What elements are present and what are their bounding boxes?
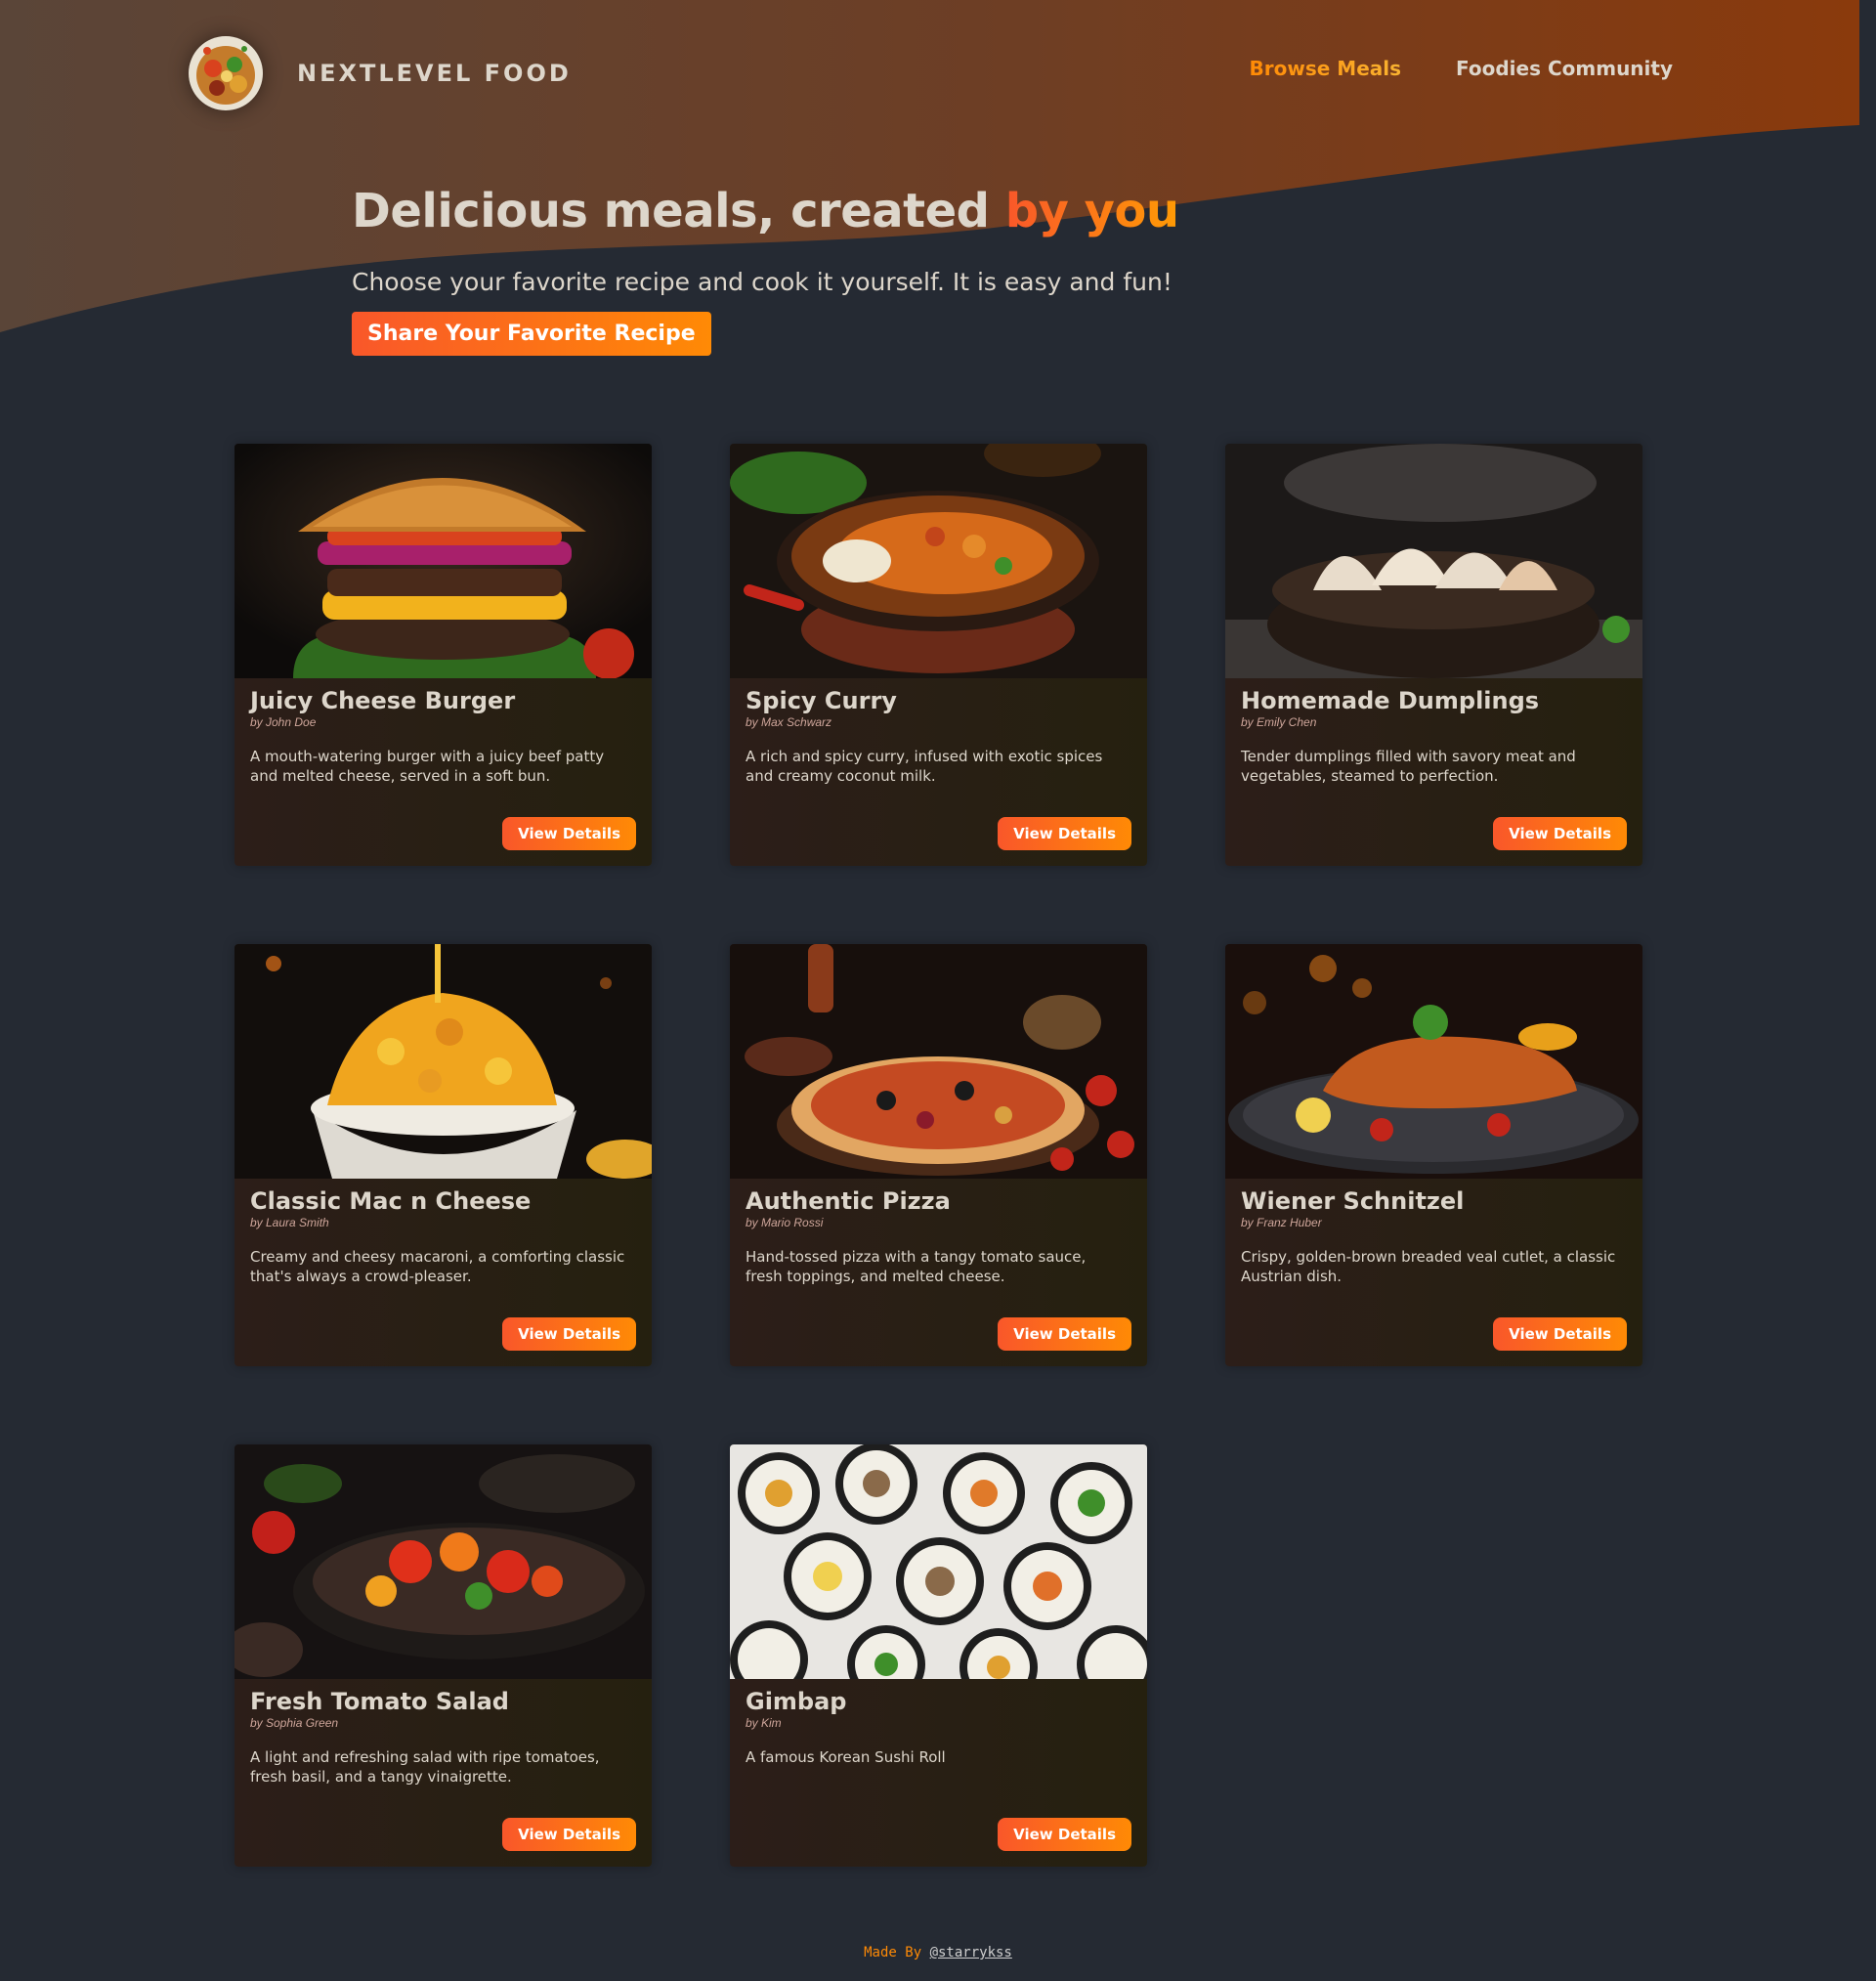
meal-creator: by Mario Rossi — [746, 1216, 824, 1229]
brand-name: NextLevel Food — [297, 60, 572, 87]
meal-summary: Crispy, golden-brown breaded veal cutlet… — [1241, 1248, 1616, 1285]
meal-card: Fresh Tomato Salad by Sophia Green A lig… — [234, 1444, 652, 1867]
view-details-button[interactable]: View Details — [998, 1317, 1131, 1351]
meal-card: Gimbap by Kim A famous Korean Sushi Roll… — [730, 1444, 1147, 1867]
meal-card: Juicy Cheese Burger by John Doe A mouth-… — [234, 444, 652, 866]
curry-photo — [730, 444, 1147, 678]
meal-creator: by Emily Chen — [1241, 715, 1317, 729]
logo-home-link[interactable]: NextLevel Food — [184, 29, 572, 117]
view-details-button[interactable]: View Details — [1493, 1317, 1627, 1351]
meal-card: Spicy Curry by Max Schwarz A rich and sp… — [730, 444, 1147, 866]
meal-card: Authentic Pizza by Mario Rossi Hand-toss… — [730, 944, 1147, 1366]
meal-summary: Hand-tossed pizza with a tangy tomato sa… — [746, 1248, 1087, 1285]
site-header: NextLevel Food Browse Meals Foodies Comm… — [0, 0, 1876, 147]
meal-creator: by Franz Huber — [1241, 1216, 1322, 1229]
meal-summary: Tender dumplings filled with savory meat… — [1241, 748, 1576, 785]
gimbap-photo — [730, 1444, 1147, 1679]
hero-title: Delicious meals, created by you — [352, 184, 1179, 238]
meal-title: Juicy Cheese Burger — [250, 687, 516, 714]
meal-title: Fresh Tomato Salad — [250, 1688, 509, 1715]
meal-title: Wiener Schnitzel — [1241, 1187, 1465, 1215]
meal-creator: by Sophia Green — [250, 1716, 339, 1730]
meal-title: Gimbap — [746, 1688, 847, 1715]
meal-title: Classic Mac n Cheese — [250, 1187, 532, 1215]
page: NextLevel Food Browse Meals Foodies Comm… — [0, 0, 1876, 1981]
pizza-photo — [730, 944, 1147, 1179]
meal-card: Classic Mac n Cheese by Laura Smith Crea… — [234, 944, 652, 1366]
meal-title: Authentic Pizza — [746, 1187, 951, 1215]
schnitzel-photo — [1225, 944, 1642, 1179]
burger-photo — [234, 444, 652, 678]
main-nav: Browse Meals Foodies Community — [1250, 57, 1673, 80]
meal-title: Homemade Dumplings — [1241, 687, 1540, 714]
view-details-button[interactable]: View Details — [502, 817, 636, 850]
share-recipe-button[interactable]: Share Your Favorite Recipe — [352, 312, 711, 356]
hero-title-prefix: Delicious meals, created — [352, 184, 1005, 238]
meal-creator: by John Doe — [250, 715, 317, 729]
meal-summary: A rich and spicy curry, infused with exo… — [746, 748, 1103, 785]
footer-prefix: Made By — [864, 1945, 930, 1960]
nav-foodies-community[interactable]: Foodies Community — [1456, 57, 1673, 80]
meal-creator: by Kim — [746, 1716, 782, 1730]
meal-creator: by Laura Smith — [250, 1216, 329, 1229]
meal-card: Wiener Schnitzel by Franz Huber Crispy, … — [1225, 944, 1642, 1366]
hero-title-highlight: by you — [1004, 184, 1179, 238]
meal-title: Spicy Curry — [746, 687, 897, 714]
meal-summary: Creamy and cheesy macaroni, a comforting… — [250, 1248, 625, 1285]
mac-cheese-photo — [234, 944, 652, 1179]
meal-card: Homemade Dumplings by Emily Chen Tender … — [1225, 444, 1642, 866]
tomato-salad-photo — [234, 1444, 652, 1679]
hero-subtitle: Choose your favorite recipe and cook it … — [352, 268, 1172, 296]
meal-creator: by Max Schwarz — [746, 715, 832, 729]
view-details-button[interactable]: View Details — [502, 1818, 636, 1851]
meal-summary: A famous Korean Sushi Roll — [746, 1748, 946, 1766]
view-details-button[interactable]: View Details — [998, 1818, 1131, 1851]
meals-grid: Juicy Cheese Burger by John Doe A mouth-… — [234, 444, 1642, 1867]
view-details-button[interactable]: View Details — [1493, 817, 1627, 850]
meal-summary: A mouth-watering burger with a juicy bee… — [250, 748, 605, 785]
meal-summary: A light and refreshing salad with ripe t… — [250, 1748, 600, 1786]
nav-browse-meals[interactable]: Browse Meals — [1250, 57, 1401, 80]
site-footer: Made By @starrykss — [0, 1945, 1876, 1960]
dumplings-photo — [1225, 444, 1642, 678]
footer-author-link[interactable]: @starrykss — [930, 1945, 1012, 1960]
view-details-button[interactable]: View Details — [502, 1317, 636, 1351]
food-plate-logo-icon — [189, 36, 263, 110]
view-details-button[interactable]: View Details — [998, 817, 1131, 850]
hero-section: Delicious meals, created by you Choose y… — [352, 184, 1179, 356]
